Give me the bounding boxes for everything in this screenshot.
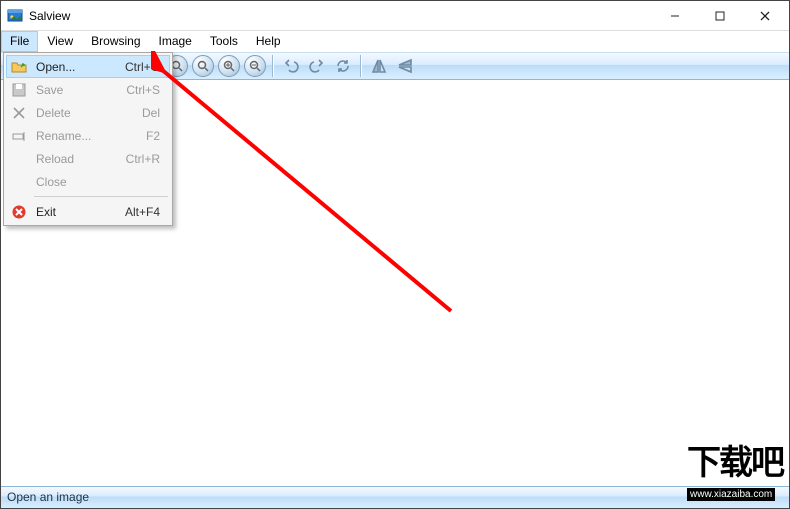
zoom-actual-icon [192, 55, 214, 77]
menu-item-shortcut: Ctrl+S [126, 83, 160, 97]
menu-help[interactable]: Help [247, 31, 290, 52]
app-window: Salview File View Browsing Image Tools H… [0, 0, 790, 509]
blank-icon [8, 148, 30, 170]
toolbar-redo-button[interactable] [305, 54, 329, 78]
menu-file[interactable]: File [1, 31, 38, 52]
zoom-out-icon [244, 55, 266, 77]
menu-item-shortcut: Ctrl+R [126, 152, 160, 166]
toolbar-zoom-out-button[interactable] [243, 54, 267, 78]
toolbar-separator [272, 55, 274, 77]
save-icon [8, 79, 30, 101]
toolbar-zoom-in-button[interactable] [217, 54, 241, 78]
menu-item-shortcut: Del [142, 106, 160, 120]
menu-item-label: Exit [30, 205, 125, 219]
rename-icon [8, 125, 30, 147]
menu-item-label: Reload [30, 152, 126, 166]
toolbar-separator [360, 55, 362, 77]
file-menu-rename[interactable]: Rename... F2 [6, 124, 170, 147]
status-text: Open an image [7, 490, 89, 504]
menu-image[interactable]: Image [150, 31, 201, 52]
menu-item-shortcut: F2 [146, 129, 160, 143]
menu-item-label: Open... [30, 60, 125, 74]
window-title: Salview [29, 9, 652, 23]
menu-item-label: Save [30, 83, 126, 97]
menu-item-shortcut: Ctrl+O [125, 60, 160, 74]
menu-item-label: Rename... [30, 129, 146, 143]
zoom-in-icon [218, 55, 240, 77]
app-icon [7, 8, 23, 24]
menu-browsing[interactable]: Browsing [82, 31, 149, 52]
menu-tools[interactable]: Tools [201, 31, 247, 52]
menu-view[interactable]: View [38, 31, 82, 52]
folder-open-icon [8, 56, 30, 78]
blank-icon [8, 171, 30, 193]
file-menu-save[interactable]: Save Ctrl+S [6, 78, 170, 101]
menu-separator [34, 196, 168, 197]
toolbar-undo-button[interactable] [279, 54, 303, 78]
menu-item-shortcut: Alt+F4 [125, 205, 160, 219]
file-menu-delete[interactable]: Delete Del [6, 101, 170, 124]
file-menu-dropdown: Open... Ctrl+O Save Ctrl+S Delete Del Re… [3, 52, 173, 226]
close-button[interactable] [742, 1, 787, 30]
toolbar-flip-h-button[interactable] [367, 54, 391, 78]
toolbar-flip-v-button[interactable] [393, 54, 417, 78]
file-menu-reload[interactable]: Reload Ctrl+R [6, 147, 170, 170]
menu-bar: File View Browsing Image Tools Help [1, 31, 789, 52]
watermark-logo-text: 下载吧 [687, 435, 783, 484]
watermark: 下载吧 www.xiazaiba.com [687, 435, 783, 502]
status-bar: Open an image [1, 486, 789, 508]
minimize-button[interactable] [652, 1, 697, 30]
maximize-button[interactable] [697, 1, 742, 30]
window-controls [652, 1, 787, 30]
menu-item-label: Delete [30, 106, 142, 120]
title-bar: Salview [1, 1, 789, 31]
file-menu-close[interactable]: Close [6, 170, 170, 193]
toolbar-refresh-button[interactable] [331, 54, 355, 78]
menu-item-label: Close [30, 175, 160, 189]
watermark-url: www.xiazaiba.com [687, 488, 775, 501]
exit-icon [8, 201, 30, 223]
file-menu-open[interactable]: Open... Ctrl+O [6, 55, 170, 78]
toolbar-zoom-actual-button[interactable] [191, 54, 215, 78]
delete-icon [8, 102, 30, 124]
file-menu-exit[interactable]: Exit Alt+F4 [6, 200, 170, 223]
